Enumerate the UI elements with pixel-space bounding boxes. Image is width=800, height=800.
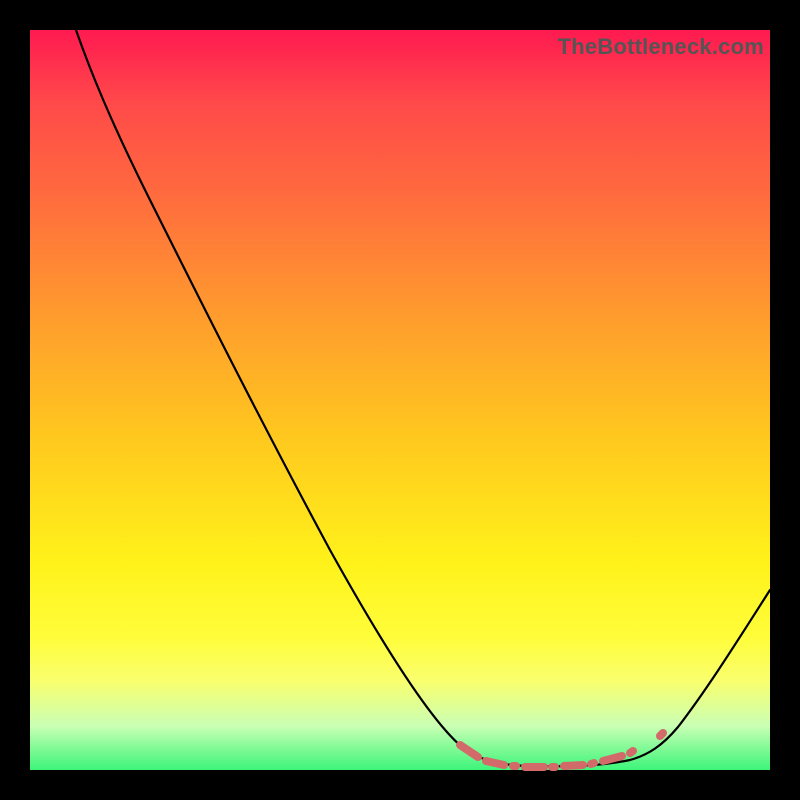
chart-svg [30, 30, 770, 770]
gradient-plot-area: TheBottleneck.com [30, 30, 770, 770]
outer-frame: TheBottleneck.com [0, 0, 800, 800]
optimal-range-marker [460, 733, 663, 767]
bottleneck-curve [76, 30, 770, 766]
